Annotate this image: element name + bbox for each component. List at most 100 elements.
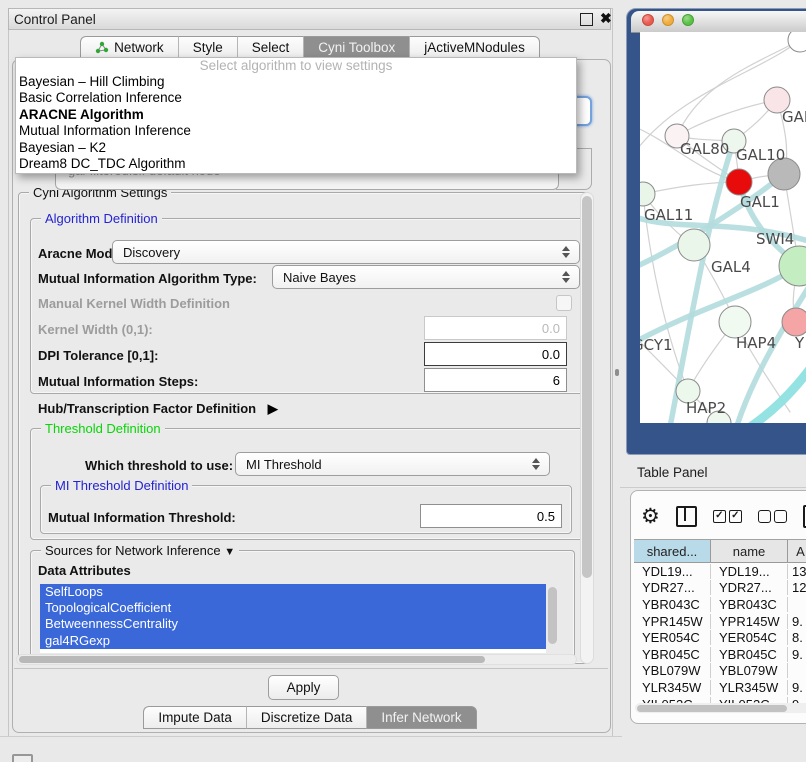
network-node-label: GAL11 xyxy=(644,206,693,224)
table-cell[interactable]: 12 xyxy=(788,580,806,595)
mi-threshold-label: Mutual Information Threshold: xyxy=(48,510,236,525)
table-cell[interactable]: YLR345W xyxy=(711,680,788,695)
table-cell[interactable]: YDR27... xyxy=(711,580,788,595)
table-cell[interactable]: 13 xyxy=(788,564,806,579)
settings-horizontal-scrollbar-thumb[interactable] xyxy=(19,656,485,663)
minimize-button[interactable] xyxy=(662,14,674,26)
algorithm-option[interactable]: Dream8 DC_TDC Algorithm xyxy=(16,156,576,172)
tab-label: jActiveMNodules xyxy=(424,40,525,55)
network-node[interactable] xyxy=(788,32,806,52)
tab-discretize-data[interactable]: Discretize Data xyxy=(246,706,367,729)
control-panel-titlebar[interactable] xyxy=(8,8,611,30)
data-attributes-label: Data Attributes xyxy=(38,563,131,578)
column-header-shared...[interactable]: shared... xyxy=(634,540,711,562)
table-row[interactable]: YBR045CYBR045C9. xyxy=(634,646,806,663)
table-row[interactable]: YDL19...YDL19...13 xyxy=(634,563,806,580)
table-cell[interactable]: YPR145W xyxy=(634,614,711,629)
algorithm-option[interactable]: ARACNE Algorithm xyxy=(16,107,576,123)
algorithm-option[interactable]: Bayesian – Hill Climbing xyxy=(16,74,576,90)
zoom-button[interactable] xyxy=(682,14,694,26)
table-row[interactable]: YDR27...YDR27...12 xyxy=(634,580,806,597)
table-horizontal-scrollbar-thumb[interactable] xyxy=(637,705,787,712)
divider xyxy=(0,736,622,737)
mi-steps-field[interactable]: 6 xyxy=(424,368,567,392)
table-cell[interactable]: YER054C xyxy=(711,630,788,645)
table-cell[interactable]: YBR045C xyxy=(711,647,788,662)
data-attributes-list[interactable]: SelfLoopsTopologicalCoefficientBetweenne… xyxy=(40,584,546,653)
settings-gear-icon[interactable]: ⚙ xyxy=(641,507,660,527)
network-window-titlebar[interactable] xyxy=(631,11,806,33)
select-all-icon[interactable]: ✓ ✓ xyxy=(713,510,742,523)
data-attribute-item[interactable]: gal4RGexp xyxy=(40,633,546,649)
table-panel-box: ⚙ ✓ ✓ shared...nameAYDL19...YDL19...13YD… xyxy=(630,490,806,724)
tab-cyni-toolbox[interactable]: Cyni Toolbox xyxy=(303,36,409,59)
table-cell[interactable]: 9. xyxy=(788,614,806,629)
tab-select[interactable]: Select xyxy=(237,36,304,59)
kernel-width-field[interactable]: 0.0 xyxy=(424,316,567,340)
table-row[interactable]: YER054CYER054C8. xyxy=(634,629,806,646)
table-cell[interactable]: YDR27... xyxy=(634,580,711,595)
network-node[interactable] xyxy=(640,182,655,206)
manual-kernel-checkbox[interactable] xyxy=(556,295,572,311)
float-window-icon[interactable] xyxy=(580,13,593,26)
column-layout-icon[interactable] xyxy=(676,506,697,527)
table-cell[interactable]: YPR145W xyxy=(711,614,788,629)
table-row[interactable]: YLR345WYLR345W9. xyxy=(634,679,806,696)
network-node[interactable] xyxy=(726,169,752,195)
algorithm-option[interactable]: Basic Correlation Inference xyxy=(16,90,576,106)
data-attribute-item[interactable]: SelfLoops xyxy=(40,584,546,600)
tab-jactivemnodules[interactable]: jActiveMNodules xyxy=(409,36,540,59)
which-threshold-label: Which threshold to use: xyxy=(85,458,233,473)
close-button[interactable] xyxy=(642,14,654,26)
which-threshold-select[interactable]: MI Threshold xyxy=(235,452,550,476)
table-cell[interactable]: YBL079W xyxy=(711,663,788,678)
table-cell[interactable]: 9. xyxy=(788,647,806,662)
network-node[interactable] xyxy=(678,229,710,261)
tab-label: Infer Network xyxy=(381,710,461,725)
table-row[interactable]: YPR145WYPR145W9. xyxy=(634,613,806,630)
tab-infer-network[interactable]: Infer Network xyxy=(366,706,476,729)
sources-group-title[interactable]: Sources for Network Inference ▼ xyxy=(41,543,239,558)
network-node[interactable] xyxy=(782,308,806,336)
column-header-A[interactable]: A xyxy=(788,540,806,562)
tab-impute-data[interactable]: Impute Data xyxy=(143,706,246,729)
apply-button[interactable]: Apply xyxy=(268,675,339,700)
threshold-definition-title: Threshold Definition xyxy=(41,421,165,436)
table-cell[interactable]: YDL19... xyxy=(711,564,788,579)
table-cell[interactable]: YBL079W xyxy=(634,663,711,678)
table-cell[interactable]: YDL19... xyxy=(634,564,711,579)
column-header-name[interactable]: name xyxy=(711,540,788,562)
table-cell[interactable]: 9. xyxy=(788,680,806,695)
list-scrollbar-thumb[interactable] xyxy=(548,587,557,644)
tab-style[interactable]: Style xyxy=(178,36,237,59)
dpi-tolerance-field[interactable]: 0.0 xyxy=(424,342,567,366)
algorithm-option[interactable]: Mutual Information Inference xyxy=(16,123,576,139)
data-attribute-item[interactable]: BetweennessCentrality xyxy=(40,616,546,632)
table-row[interactable]: YBL079WYBL079W xyxy=(634,663,806,680)
tab-network[interactable]: Network xyxy=(80,36,178,59)
table-cell[interactable]: YBR043C xyxy=(711,597,788,612)
dpi-tolerance-label: DPI Tolerance [0,1]: xyxy=(38,348,158,363)
mi-threshold-field[interactable]: 0.5 xyxy=(420,504,562,528)
algorithm-option[interactable]: Bayesian – K2 xyxy=(16,140,576,156)
close-panel-icon[interactable]: ✖ xyxy=(600,10,612,27)
table-cell[interactable]: YER054C xyxy=(634,630,711,645)
settings-vertical-scrollbar-thumb[interactable] xyxy=(582,196,592,578)
network-canvas[interactable]: GALGAL80GAL10GAL1GAL11SWI4GAL4GCY1HAP4YH… xyxy=(640,32,806,423)
table-cell[interactable]: YBR043C xyxy=(634,597,711,612)
data-attribute-item[interactable]: TopologicalCoefficient xyxy=(40,600,546,616)
mi-type-label: Mutual Information Algorithm Type: xyxy=(38,271,257,286)
aracne-mode-select[interactable]: Discovery xyxy=(112,240,580,264)
deselect-all-icon[interactable] xyxy=(758,510,787,523)
corner-button-fragment[interactable] xyxy=(12,754,33,762)
table-row[interactable]: YBR043CYBR043C xyxy=(634,596,806,613)
hub-definition-toggle[interactable]: Hub/Transcription Factor Definition ▶ xyxy=(38,401,278,417)
table-cell[interactable]: YLR345W xyxy=(634,680,711,695)
panel-splitter-handle[interactable] xyxy=(615,369,619,376)
sources-title-text: Sources for Network Inference xyxy=(45,543,221,558)
mi-algorithm-type-select[interactable]: Naive Bayes xyxy=(272,265,580,289)
table-cell[interactable]: YBR045C xyxy=(634,647,711,662)
which-threshold-value: MI Threshold xyxy=(246,457,322,472)
node-table: shared...nameAYDL19...YDL19...13YDR27...… xyxy=(634,539,806,712)
table-cell[interactable]: 8. xyxy=(788,630,806,645)
